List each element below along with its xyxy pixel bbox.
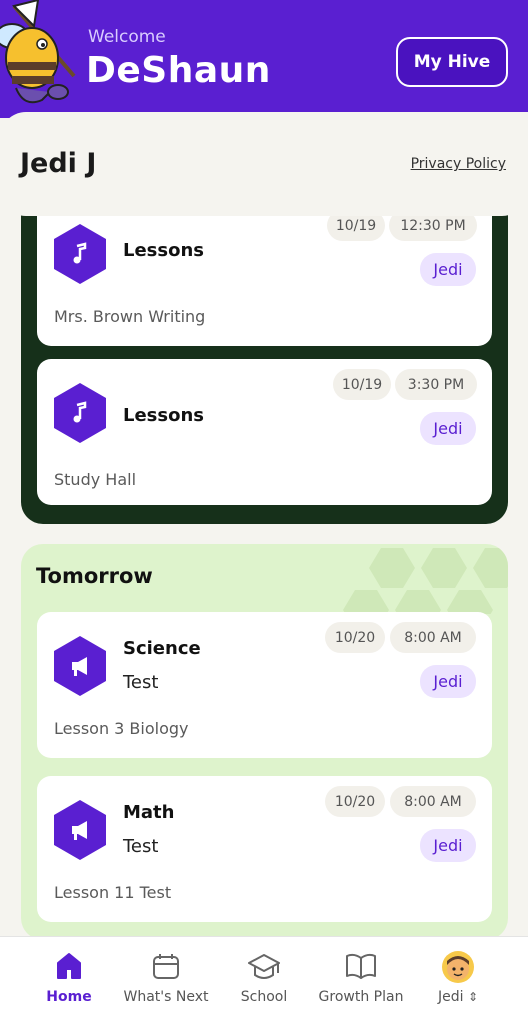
avatar xyxy=(442,951,474,983)
event-description: Study Hall xyxy=(54,470,137,489)
event-card[interactable]: Lessons 10/19 12:30 PM Jedi Mrs. Brown W… xyxy=(37,200,492,346)
event-card[interactable]: Lessons 10/19 3:30 PM Jedi Study Hall xyxy=(37,359,492,505)
event-title: Math xyxy=(123,802,175,823)
event-description: Mrs. Brown Writing xyxy=(54,307,206,326)
nav-item-growth-plan[interactable]: Growth Plan xyxy=(314,951,408,1005)
bottom-nav: Home What's Next School Growth Plan Jedi… xyxy=(0,936,528,1024)
my-hive-button[interactable]: My Hive xyxy=(396,37,508,87)
nav-item-whats-next[interactable]: What's Next xyxy=(120,951,212,1005)
nav-label: Home xyxy=(46,989,92,1005)
nav-label: School xyxy=(240,989,288,1005)
nav-item-school[interactable]: School xyxy=(234,951,294,1005)
event-card[interactable]: Science Test 10/20 8:00 AM Jedi Lesson 3… xyxy=(37,612,492,758)
user-name: DeShaun xyxy=(86,50,271,91)
open-book-icon xyxy=(346,953,376,979)
home-icon xyxy=(57,953,81,979)
student-tag: Jedi xyxy=(420,412,476,445)
time-pill: 8:00 AM xyxy=(390,622,476,653)
time-pill: 8:00 AM xyxy=(390,786,476,817)
date-pill: 10/19 xyxy=(333,369,391,400)
event-title: Science xyxy=(123,638,201,659)
event-subtitle: Test xyxy=(123,672,159,693)
date-pill: 10/20 xyxy=(325,786,385,817)
event-title: Lessons xyxy=(123,405,204,426)
date-pill: 10/20 xyxy=(325,622,385,653)
nav-label: Growth Plan xyxy=(318,989,404,1005)
event-description: Lesson 3 Biology xyxy=(54,719,189,738)
calendar-icon xyxy=(153,954,179,979)
student-tag: Jedi xyxy=(420,665,476,698)
graduation-cap-icon xyxy=(248,954,280,979)
nav-item-student-switcher[interactable]: Jedi ⇕ xyxy=(428,951,488,1005)
music-note-icon xyxy=(54,383,106,443)
time-pill: 3:30 PM xyxy=(395,369,477,400)
event-description: Lesson 11 Test xyxy=(54,883,172,902)
nav-label: Jedi xyxy=(437,989,464,1005)
music-note-icon xyxy=(54,224,106,284)
app-header: Welcome DeShaun My Hive xyxy=(0,0,528,118)
tomorrow-panel: Tomorrow Science Test 10/20 8:00 AM Jedi… xyxy=(21,544,508,940)
megaphone-icon xyxy=(54,636,106,696)
nav-label: What's Next xyxy=(123,989,209,1005)
privacy-policy-link[interactable]: Privacy Policy xyxy=(411,156,506,172)
megaphone-icon xyxy=(54,800,106,860)
bee-mascot-icon xyxy=(0,0,76,104)
event-subtitle: Test xyxy=(123,836,159,857)
student-bar: Jedi J Privacy Policy xyxy=(0,112,528,216)
honeycomb-pattern-icon xyxy=(343,548,508,614)
student-tag: Jedi xyxy=(420,253,476,286)
nav-item-home[interactable]: Home xyxy=(40,951,98,1005)
event-title: Lessons xyxy=(123,240,204,261)
tomorrow-title: Tomorrow xyxy=(36,564,153,588)
student-tag: Jedi xyxy=(420,829,476,862)
switch-student-icon: ⇕ xyxy=(467,990,479,1004)
event-card[interactable]: Math Test 10/20 8:00 AM Jedi Lesson 11 T… xyxy=(37,776,492,922)
welcome-label: Welcome xyxy=(88,27,166,47)
student-name: Jedi J xyxy=(20,148,97,179)
